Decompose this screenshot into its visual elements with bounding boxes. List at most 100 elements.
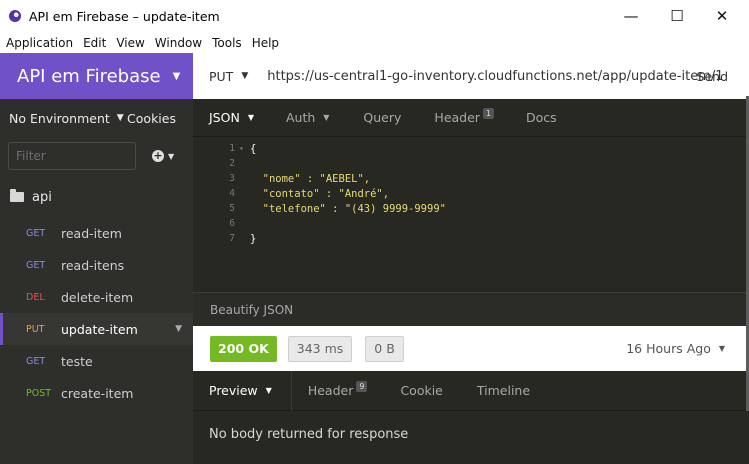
close-button[interactable]: ✕ — [699, 0, 745, 32]
request-name: create-item — [61, 385, 134, 401]
menu-application[interactable]: Application — [2, 36, 77, 50]
editor-line: 3 "nome" : "AEBEL", — [193, 171, 370, 186]
code-text: "nome" : "AEBEL", — [250, 172, 371, 185]
chevron-down-icon[interactable]: ▼ — [175, 324, 182, 334]
request-name: read-itens — [61, 257, 125, 273]
editor-line: 1 ▾{ — [193, 141, 256, 156]
request-tabs: JSON ▼ Auth ▼ Query Header 1 Docs — [193, 99, 749, 137]
method-badge: GET — [26, 227, 46, 239]
time-ago-label: 16 Hours Ago — [626, 341, 711, 356]
method-badge: DEL — [26, 291, 45, 303]
response-status-bar: 200 OK 343 ms 0 B 16 Hours Ago ▼ — [193, 326, 749, 371]
tab-docs[interactable]: Docs — [526, 99, 557, 137]
sidebar-item-read-item[interactable]: GET read-item — [0, 217, 193, 249]
request-name: teste — [61, 353, 93, 369]
tab-header[interactable]: Header 1 — [434, 99, 495, 137]
environment-row: No Environment ▼ Cookies — [0, 99, 193, 137]
send-button[interactable]: Send — [697, 69, 728, 84]
line-number: 6 — [229, 218, 235, 229]
sidebar-item-teste[interactable]: GET teste — [0, 345, 193, 377]
menu-window[interactable]: Window — [151, 36, 206, 50]
tab-query-label: Query — [363, 110, 402, 125]
json-body-editor[interactable]: 1 ▾{2 3 "nome" : "AEBEL", 4 "contato" : "An… — [193, 137, 749, 292]
sidebar-item-create-item[interactable]: POST create-item — [0, 377, 193, 409]
code-text: "contato" : "André", — [250, 187, 390, 200]
plus-circle-icon: + — [152, 149, 164, 162]
method-badge: GET — [26, 355, 46, 367]
method-dropdown[interactable]: PUT ▼ — [209, 69, 248, 84]
environment-label: No Environment — [9, 110, 110, 126]
filter-input[interactable] — [8, 142, 136, 170]
menu-bar: Application Edit View Window Tools Help — [0, 32, 749, 53]
tab-timeline[interactable]: Timeline — [477, 372, 530, 410]
history-dropdown[interactable]: 16 Hours Ago ▼ — [626, 341, 725, 356]
tab-preview[interactable]: Preview ▼ — [209, 372, 272, 410]
app-icon — [9, 10, 21, 22]
tab-json[interactable]: JSON ▼ — [209, 99, 254, 137]
tab-cookie[interactable]: Cookie — [400, 372, 442, 410]
status-badge: 200 OK — [210, 335, 277, 362]
menu-tools[interactable]: Tools — [208, 36, 246, 50]
editor-line: 2 — [193, 156, 250, 171]
response-size: 0 B — [365, 335, 404, 362]
menu-view[interactable]: View — [112, 36, 148, 50]
folder-api[interactable]: api — [0, 177, 193, 217]
tab-auth[interactable]: Auth ▼ — [286, 99, 329, 137]
tab-json-label: JSON — [209, 110, 240, 125]
maximize-button[interactable]: ☐ — [654, 0, 700, 32]
editor-line: 5 "telefone" : "(43) 9999-9999" — [193, 201, 446, 216]
workspace-name: API em Firebase — [17, 65, 161, 87]
response-tabs: Preview ▼ Header 9 Cookie Timeline — [193, 370, 749, 411]
line-number: 4 — [229, 188, 235, 199]
cookies-button[interactable]: Cookies — [127, 111, 176, 126]
sidebar: API em Firebase ▼ No Environment ▼ Cooki… — [0, 53, 193, 464]
tab-cookie-label: Cookie — [400, 383, 443, 398]
response-header-count-badge: 9 — [356, 381, 368, 392]
beautify-json-button[interactable]: Beautify JSON — [193, 292, 749, 326]
method-badge: GET — [26, 259, 46, 271]
chevron-down-icon: ▼ — [168, 151, 175, 161]
fold-arrow-icon[interactable]: ▾ — [235, 144, 250, 153]
request-name: read-item — [61, 225, 122, 241]
minimize-button[interactable]: — — [608, 0, 654, 32]
editor-line: 7} — [193, 231, 256, 246]
filter-row: + ▼ — [0, 137, 193, 175]
tab-auth-label: Auth — [285, 110, 316, 125]
method-label: PUT — [209, 68, 234, 84]
editor-line: 6 — [193, 216, 250, 231]
tab-timeline-label: Timeline — [476, 383, 531, 398]
line-number: 3 — [229, 173, 235, 184]
url-input[interactable]: https://us-central1-go-inventory.cloudfu… — [267, 69, 723, 84]
line-number: 5 — [229, 203, 235, 214]
request-list: GET read-item GET read-itens DEL delete-item P… — [0, 217, 193, 409]
sidebar-item-delete-item[interactable]: DEL delete-item — [0, 281, 193, 313]
code-text: } — [250, 232, 257, 245]
tab-docs-label: Docs — [526, 110, 557, 125]
chevron-down-icon: ▼ — [241, 71, 249, 81]
environment-dropdown[interactable]: No Environment ▼ — [9, 111, 124, 126]
sidebar-item-update-item[interactable]: PUT update-item ▼ — [0, 313, 193, 345]
chevron-down-icon: ▼ — [172, 70, 181, 82]
menu-help[interactable]: Help — [248, 36, 283, 50]
chevron-down-icon: ▼ — [116, 113, 124, 123]
line-number: 1 — [229, 143, 235, 154]
workspace-dropdown[interactable]: API em Firebase ▼ — [0, 53, 193, 99]
chevron-down-icon: ▼ — [265, 386, 272, 395]
menu-edit[interactable]: Edit — [79, 36, 110, 50]
editor-line: 4 "contato" : "André", — [193, 186, 389, 201]
tab-query[interactable]: Query — [363, 99, 401, 137]
sidebar-item-read-itens[interactable]: GET read-itens — [0, 249, 193, 281]
line-number: 7 — [229, 233, 235, 244]
line-number: 2 — [229, 158, 235, 169]
tab-preview-label: Preview — [209, 383, 258, 398]
request-name: update-item — [61, 321, 138, 337]
folder-label: api — [32, 189, 52, 205]
response-time: 343 ms — [287, 335, 353, 362]
method-badge: POST — [26, 387, 52, 399]
chevron-down-icon: ▼ — [247, 113, 254, 122]
tab-response-header[interactable]: Header 9 — [308, 372, 368, 410]
window-title: API em Firebase – update-item — [29, 8, 220, 24]
request-name: delete-item — [61, 289, 134, 305]
url-bar: PUT ▼ https://us-central1-go-inventory.c… — [193, 53, 749, 99]
add-request-button[interactable]: + ▼ — [152, 150, 174, 162]
